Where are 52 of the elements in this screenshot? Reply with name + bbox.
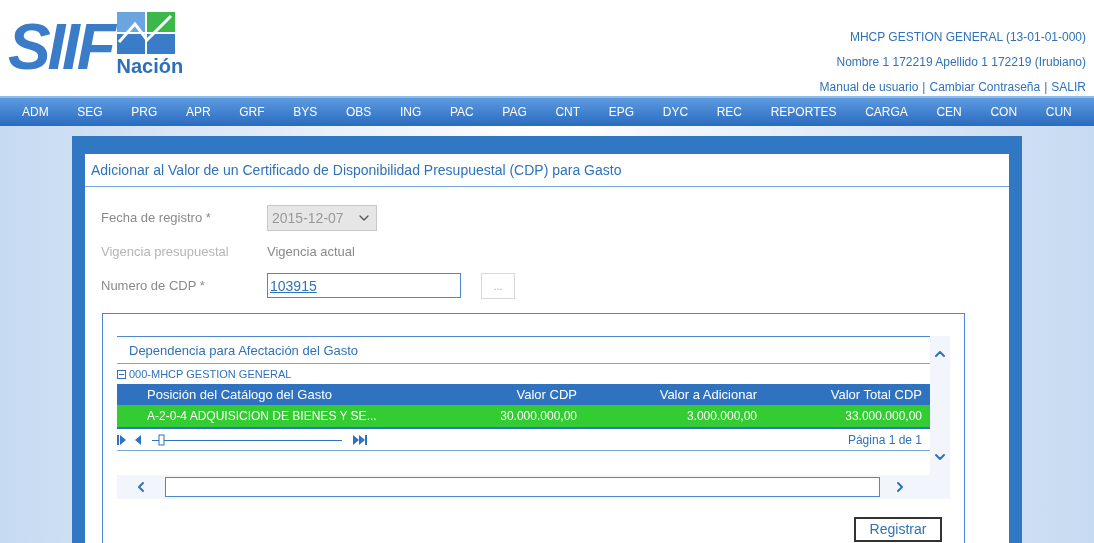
nav-item[interactable]: CNT xyxy=(555,103,581,121)
field-label: Numero de CDP * xyxy=(101,277,206,296)
field-label: Vigencia presupuestal xyxy=(101,243,230,262)
entity-name: MHCP GESTION GENERAL (13-01-01-000) xyxy=(849,29,1086,46)
collapse-icon[interactable] xyxy=(117,369,126,379)
header-link[interactable]: Manual de usuario xyxy=(819,78,919,96)
field-label: Fecha de registro * xyxy=(101,209,212,228)
nav-item[interactable]: GRF xyxy=(239,103,265,121)
nav-item[interactable]: REC xyxy=(716,103,743,121)
cdp-number-input[interactable]: 103915 xyxy=(267,273,461,298)
nav-item[interactable]: PAC xyxy=(449,103,474,121)
pager-text: Página 1 de 1 xyxy=(847,431,922,449)
browse-button[interactable]: ... xyxy=(481,273,515,299)
column-header: Valor CDP xyxy=(515,385,577,404)
user-name: Nombre 1 172219 Apellido 1 172219 (Irubiano) xyxy=(836,54,1086,71)
form-title: Adicionar al Valor de un Certificado de Disponibilidad Presupuestal (CDP) para Gasto xyxy=(91,162,622,178)
nav-item[interactable]: CEN xyxy=(936,103,962,121)
register-button[interactable]: Registrar xyxy=(854,517,942,542)
table-cell-text: 30.000.000,00 xyxy=(499,408,577,425)
nav-item[interactable]: SEG xyxy=(77,103,103,121)
nav-item[interactable]: ADM xyxy=(22,103,49,121)
table-cell-text: 3.000.000,00 xyxy=(685,408,757,425)
separator: | xyxy=(1044,79,1048,96)
group-label: 000-MHCP GESTION GENERAL xyxy=(129,366,292,382)
column-header: Valor Total CDP xyxy=(829,385,922,404)
nav-item[interactable]: DYC xyxy=(662,103,689,121)
header-link[interactable]: Cambiar Contraseña xyxy=(929,78,1041,96)
nav-item[interactable]: CON xyxy=(990,103,1018,121)
table-cell-text: 33.000.000,00 xyxy=(844,408,922,425)
nav-item[interactable]: CUN xyxy=(1045,103,1072,121)
nav-item[interactable]: REPORTES xyxy=(770,103,837,121)
header-link[interactable]: SALIR xyxy=(1051,78,1086,96)
nav-item[interactable]: PRG xyxy=(131,103,158,121)
separator: | xyxy=(922,79,926,96)
nav-item[interactable]: OBS xyxy=(345,103,372,121)
logo-subtext: Nación xyxy=(116,54,184,78)
pager-slider-drawing[interactable] xyxy=(117,432,367,447)
table-cell-text: A-2-0-4 ADQUISICION DE BIENES Y SE... xyxy=(146,408,378,425)
column-header: Valor a Adicionar xyxy=(658,385,757,404)
nav-item[interactable]: APR xyxy=(185,103,211,121)
chart-logo-icon xyxy=(116,12,175,54)
nav-item[interactable]: CARGA xyxy=(865,103,908,121)
nav-item[interactable]: EPG xyxy=(608,103,635,121)
section-title: Dependencia para Afectación del Gasto xyxy=(129,343,359,358)
nav-item[interactable]: BYS xyxy=(293,103,318,121)
nav-item[interactable]: PAG xyxy=(502,103,527,121)
column-header: Posición del Catálogo del Gasto xyxy=(146,385,333,404)
logo-text: SIIF xyxy=(8,12,113,82)
table-row[interactable]: A-2-0-4 ADQUISICION DE BIENES Y SE... 30.000.000,00 3.000.000,00 33.000.000,00 xyxy=(117,405,930,427)
field-value: Vigencia actual xyxy=(267,243,355,262)
horizontal-scrollbar[interactable] xyxy=(165,477,880,497)
nav-item[interactable]: ING xyxy=(399,103,422,121)
